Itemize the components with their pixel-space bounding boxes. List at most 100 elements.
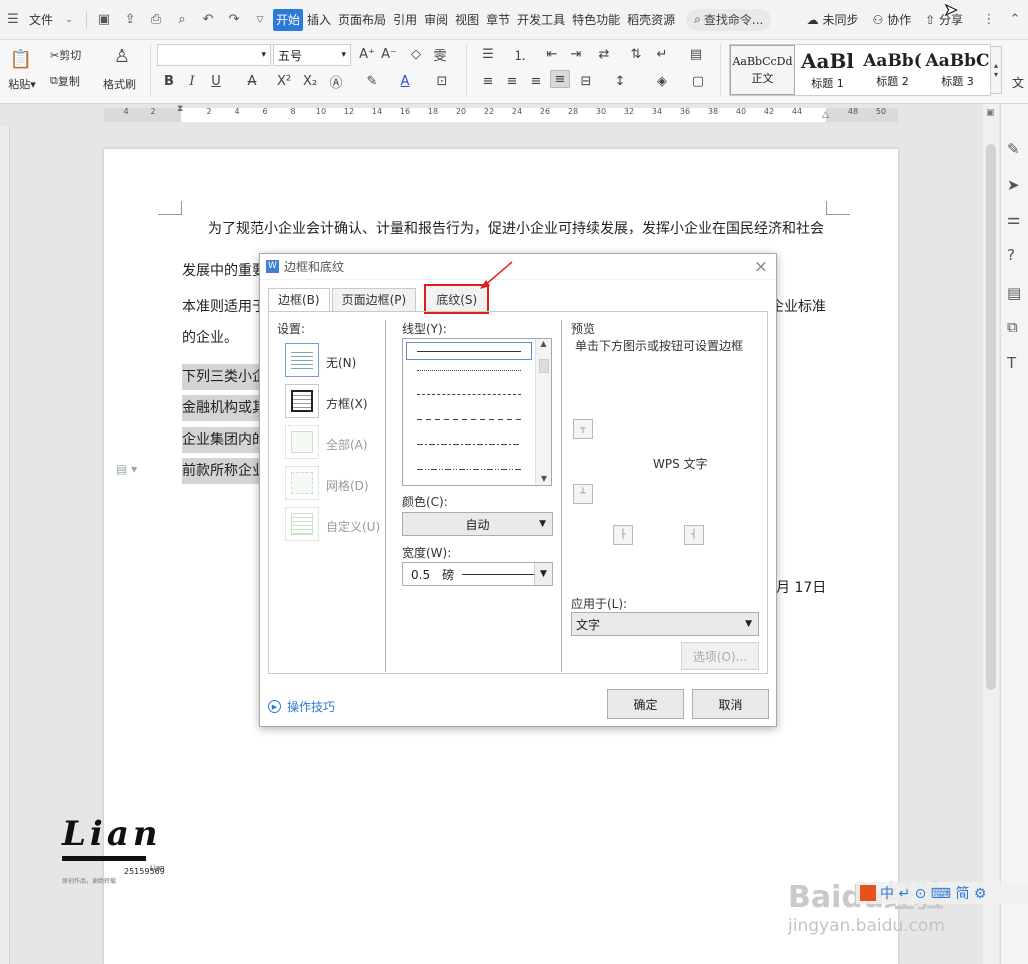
paragraph-line-3[interactable]: 本准则适用于 [182,296,266,316]
redo-icon[interactable]: ↷ [225,11,243,29]
collab-button[interactable]: ⚇ 协作 [870,9,915,31]
cursor-icon[interactable]: ➤ [1007,176,1020,194]
more-icon[interactable]: ⋮ [980,11,998,29]
highlight-icon[interactable]: ✎ [362,72,382,90]
text-icon[interactable]: T [1007,354,1016,372]
ribbon-tab-6[interactable]: 章节 [483,9,513,31]
ok-button[interactable]: 确定 [607,689,684,719]
format-painter-icon[interactable]: ♙ [110,44,134,68]
style-card[interactable]: AaBb(标题 2 [860,45,925,95]
print-preview-icon[interactable]: ⌕ [173,11,191,29]
document-icon[interactable]: ▤ [1007,284,1021,302]
underline-icon[interactable]: U [206,72,226,90]
save-icon[interactable]: ▣ [95,11,113,29]
selected-line-2[interactable]: 金融机构或其 [182,395,266,421]
tab-borders[interactable]: 边框(B) [268,288,330,312]
copy-button[interactable]: ⧉ 复制 [50,72,80,90]
line-style-list[interactable]: ▲ ▼ [402,338,552,486]
width-select[interactable]: 0.5 磅 ▼ [402,562,553,586]
line-style-scrollbar[interactable]: ▲ ▼ [535,339,551,485]
line-style-dashed[interactable] [417,419,521,420]
apply-to-select[interactable]: 文字 ▼ [571,612,759,636]
ribbon-tab-7[interactable]: 开发工具 [514,9,568,31]
file-menu[interactable]: 文件 [26,9,56,31]
paragraph-menu-icon[interactable]: ▤ ▾ [116,462,137,476]
font-size-select[interactable]: 五号 ▾ [273,44,351,66]
vertical-scrollbar[interactable]: ▣ [983,104,999,964]
justify-icon[interactable]: ≡ [550,70,570,88]
cancel-button[interactable]: 取消 [692,689,769,719]
line-style-dashed-small[interactable] [417,394,521,395]
scroll-thumb[interactable] [986,144,996,690]
ribbon-tab-5[interactable]: 视图 [452,9,482,31]
shading-icon[interactable]: ◈ [652,72,672,90]
paragraph-line-2[interactable]: 发展中的重要 [182,260,266,280]
distribute-icon[interactable]: ⊟ [576,72,596,90]
chevron-up-icon[interactable]: ▲ [536,339,551,348]
tips-link[interactable]: ▶ 操作技巧 [268,698,335,715]
sort-icon[interactable]: ⇅ [626,45,646,63]
subscript-icon[interactable]: X₂ [300,72,320,90]
bold-icon[interactable]: B [159,72,179,90]
decrease-indent-icon[interactable]: ⇤ [542,45,562,63]
settings-icon[interactable]: ⚌ [1007,210,1020,228]
text-tools-tail[interactable]: 文 [1012,74,1024,91]
chevron-down-icon[interactable]: ⌄ [60,11,78,29]
line-style-dash-dot-dot[interactable] [417,469,521,470]
setting-box-label[interactable]: 方框(X) [326,395,368,412]
ribbon-tab-9[interactable]: 稻壳资源 [624,9,678,31]
numbering-icon[interactable]: ⒈ [510,45,530,64]
line-style-dash-dot[interactable] [417,444,521,445]
hamburger-icon[interactable]: ☰ [4,11,22,29]
gallery-scroll-icon[interactable]: ▴ ▾ [990,46,1002,94]
font-name-select[interactable]: ▾ [157,44,271,66]
options-button[interactable]: 选项(O)... [681,642,759,670]
border-icon[interactable]: ▢ [688,72,708,90]
paragraph-line-3-tail[interactable]: 企业标准 [770,296,826,316]
style-card[interactable]: AaBbCcDd 正文 [730,45,795,95]
setting-none-label[interactable]: 无(N) [326,354,356,371]
increase-indent-icon[interactable]: ⇥ [566,45,586,63]
char-border-icon[interactable]: ⊡ [432,72,452,90]
paragraph-line-1[interactable]: 为了规范小企业会计确认、计量和报告行为，促进小企业可持续发展，发挥小企业在国民经… [208,218,824,238]
line-style-solid[interactable] [406,342,532,360]
ribbon-tab-0[interactable]: 开始 [273,8,304,31]
ribbon-tab-8[interactable]: 特色功能 [569,9,623,31]
ribbon-tab-3[interactable]: 引用 [390,9,420,31]
chinese-layout-icon[interactable]: ⇄ [594,45,614,63]
grow-font-icon[interactable]: A⁺ [357,45,377,63]
line-spacing-icon[interactable]: ↕ [610,72,630,90]
shrink-font-icon[interactable]: A⁻ [379,45,399,63]
phonetic-icon[interactable]: 雯 [430,45,450,64]
superscript-icon[interactable]: X² [274,72,294,90]
scroll-thumb[interactable] [539,359,549,373]
show-marks-icon[interactable]: ↵ [652,45,672,63]
indent-marker-icon[interactable]: ⧗ [177,104,186,126]
font-color-icon[interactable]: A [395,72,415,90]
sync-status[interactable]: ☁ 未同步 [804,9,862,31]
line-style-dotted[interactable] [417,370,521,371]
align-right-icon[interactable]: ≡ [526,72,546,90]
selected-line-3[interactable]: 企业集团内的 [182,427,266,453]
search-command[interactable]: ⌕ 查找命令... [686,8,772,31]
table-icon[interactable]: ▤ [686,45,706,63]
paragraph-line-4[interactable]: 的企业。 [182,327,238,347]
chevron-down-icon[interactable]: ▼ [536,474,552,483]
color-select[interactable]: 自动 ▼ [402,512,553,536]
date-line[interactable]: 月 17日 [776,577,826,597]
bullets-icon[interactable]: ☰ [478,45,498,63]
italic-icon[interactable]: I [182,72,202,90]
export-icon[interactable]: ⇪ [121,11,139,29]
text-effect-icon[interactable]: Ⓐ [326,72,346,91]
right-indent-icon[interactable]: △ [822,110,831,120]
help-icon[interactable]: ? [1007,246,1015,264]
ime-toolbar[interactable]: 中 ↵ ⊙ ⌨ 简 ⚙ [856,882,1028,904]
preview-bottom-border-icon[interactable]: ┴ [573,484,593,504]
setting-none-icon[interactable] [285,343,319,377]
selected-line-4[interactable]: 前款所称企业 [182,458,266,484]
align-left-icon[interactable]: ≡ [478,72,498,90]
paste-icon[interactable]: 📋 [8,46,34,72]
preview-left-border-icon[interactable]: ├ [613,525,633,545]
ribbon-tab-1[interactable]: 插入 [304,9,334,31]
clear-format-icon[interactable]: ◇ [406,45,426,63]
